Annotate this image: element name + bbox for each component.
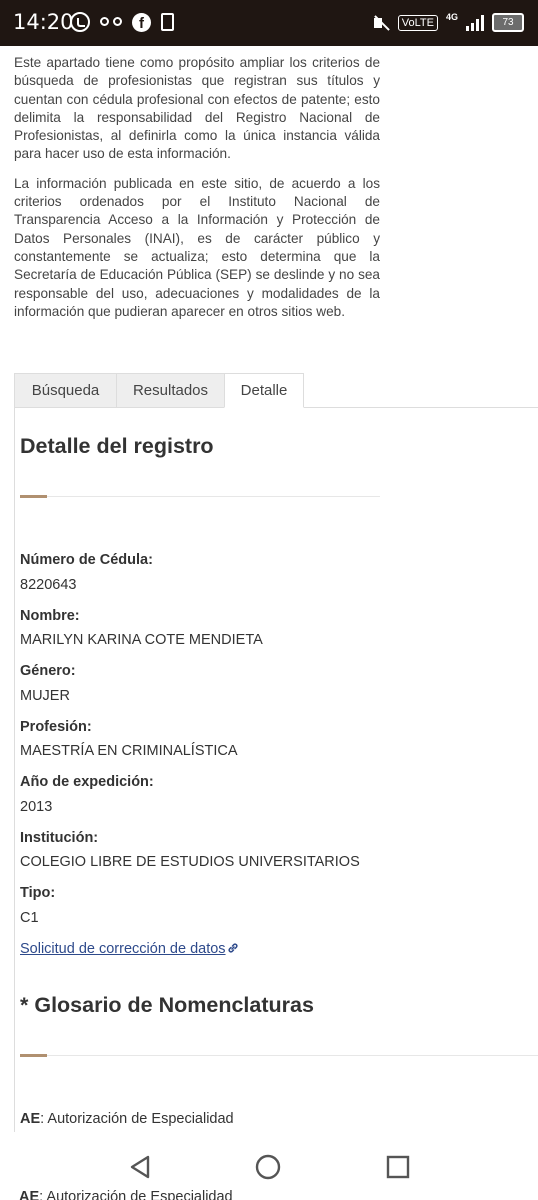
tab-detalle[interactable]: Detalle xyxy=(224,373,304,408)
intro-paragraph: La información publicada en este sitio, … xyxy=(14,175,380,319)
network-type: 4G xyxy=(445,11,458,22)
separator-accent xyxy=(20,1054,47,1057)
title-separator xyxy=(20,495,380,498)
volte-icon: VoLTE xyxy=(397,14,438,31)
signal-icon xyxy=(466,14,484,31)
field-value-anio: 2013 xyxy=(20,799,53,815)
intro-paragraph: Este apartado tiene como propósito ampli… xyxy=(14,55,380,162)
status-right-icons: VoLTE 4G 73 xyxy=(372,11,524,32)
field-label: Número de Cédula: xyxy=(20,552,153,568)
field-label: Género: xyxy=(20,663,76,679)
sim-icon xyxy=(161,13,174,31)
glossary-description: : Autorización de Especialidad xyxy=(40,1111,234,1127)
whatsapp-icon xyxy=(70,12,90,32)
tab-bar: Búsqueda Resultados Detalle xyxy=(14,373,538,408)
field-value-profesion: MAESTRÍA EN CRIMINALÍSTICA xyxy=(20,743,238,759)
home-icon[interactable] xyxy=(255,1154,281,1180)
back-icon[interactable] xyxy=(127,1154,153,1180)
status-left-icons: f xyxy=(70,12,174,32)
field-value-genero: MUJER xyxy=(20,688,70,704)
status-bar: 14:20 f VoLTE 4G 73 xyxy=(0,0,538,46)
mute-icon xyxy=(372,14,390,32)
voicemail-icon xyxy=(100,17,122,27)
glossary-item: AE: Autorización de Especialidad xyxy=(20,1111,234,1127)
detail-title: Detalle del registro xyxy=(20,434,214,458)
field-label: Institución: xyxy=(20,830,99,846)
glossary-item-partial: AE: Autorización de Especialidad xyxy=(19,1189,233,1200)
recents-icon[interactable] xyxy=(385,1154,411,1180)
separator-accent xyxy=(20,495,47,498)
glossary-code: AE xyxy=(20,1111,41,1127)
link-icon xyxy=(228,943,238,953)
correction-link[interactable]: Solicitud de corrección de datos xyxy=(20,941,239,957)
field-value-cedula: 8220643 xyxy=(20,577,77,593)
field-label: Nombre: xyxy=(20,608,80,624)
facebook-icon: f xyxy=(132,12,151,32)
battery-icon: 73 xyxy=(492,13,524,32)
detail-panel: Detalle del registro Número de Cédula: 8… xyxy=(14,408,538,1132)
field-value-institucion: COLEGIO LIBRE DE ESTUDIOS UNIVERSITARIOS xyxy=(20,854,360,870)
glossary-separator xyxy=(20,1054,538,1057)
intro-section: Este apartado tiene como propósito ampli… xyxy=(14,54,380,321)
tab-resultados[interactable]: Resultados xyxy=(116,373,225,407)
status-time: 14:20 xyxy=(13,10,74,34)
correction-link-label: Solicitud de corrección de datos xyxy=(20,941,226,957)
field-label: Profesión: xyxy=(20,719,92,735)
tab-busqueda[interactable]: Búsqueda xyxy=(14,373,117,407)
field-label: Año de expedición: xyxy=(20,774,154,790)
navigation-bar xyxy=(0,1144,538,1188)
field-value-nombre: MARILYN KARINA COTE MENDIETA xyxy=(20,632,263,648)
field-value-tipo: C1 xyxy=(20,910,39,926)
glossary-title: * Glosario de Nomenclaturas xyxy=(20,993,314,1017)
field-label: Tipo: xyxy=(20,885,56,901)
